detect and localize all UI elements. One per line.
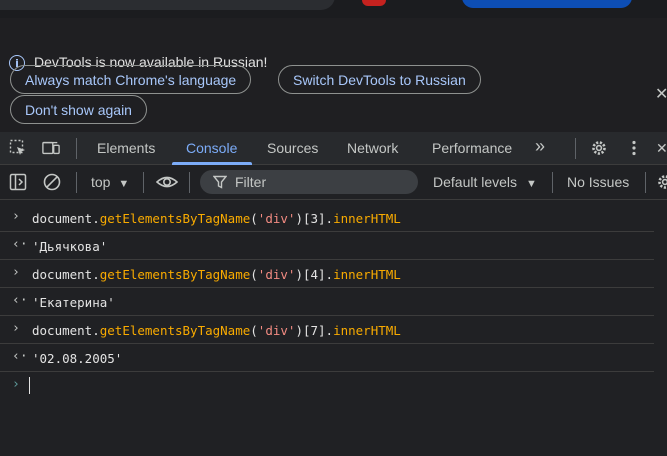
- toolbar-divider: [645, 172, 646, 193]
- always-match-language-button[interactable]: Always match Chrome's language: [10, 65, 252, 94]
- toolbar-divider: [143, 172, 144, 193]
- tab-sources[interactable]: Sources: [267, 140, 318, 156]
- input-chevron-icon: ›: [12, 321, 20, 336]
- console-result-row: ‹· 'Екатерина': [0, 288, 654, 316]
- more-tabs-icon[interactable]: »: [535, 136, 545, 157]
- inspect-element-icon[interactable]: [9, 139, 27, 157]
- console-command: document.getElementsByTagName('div')[3].…: [32, 211, 401, 226]
- console-result[interactable]: 'Дьячкова': [32, 239, 107, 254]
- device-toolbar-icon[interactable]: [42, 139, 60, 157]
- toolbar-divider: [575, 138, 576, 159]
- result-back-arrow-icon: ‹·: [12, 349, 28, 364]
- log-levels-dropdown[interactable]: Default levels ▼: [433, 174, 537, 190]
- console-output[interactable]: › document.getElementsByTagName('div')[3…: [0, 200, 667, 456]
- result-back-arrow-icon: ‹·: [12, 293, 28, 308]
- devtools-main-toolbar: Elements Console Sources Network Perform…: [0, 132, 667, 165]
- toolbar-divider: [76, 172, 77, 193]
- browser-top-strip: [0, 0, 667, 18]
- browser-action-pill[interactable]: [462, 0, 632, 8]
- issues-button[interactable]: No Issues: [567, 174, 629, 190]
- console-result[interactable]: 'Екатерина': [32, 295, 115, 310]
- filter-input[interactable]: Filter: [200, 170, 418, 194]
- filter-placeholder: Filter: [235, 174, 267, 190]
- sidebar-toggle-icon[interactable]: [9, 173, 27, 191]
- context-selector[interactable]: top ▼: [91, 174, 129, 190]
- console-result[interactable]: '02.08.2005': [32, 351, 122, 366]
- toolbar-divider: [189, 172, 190, 193]
- tab-network[interactable]: Network: [347, 140, 398, 156]
- console-command: document.getElementsByTagName('div')[4].…: [32, 267, 401, 282]
- live-expression-eye-icon[interactable]: [156, 173, 178, 191]
- close-devtools-icon[interactable]: ✕: [656, 140, 667, 157]
- toolbar-divider: [552, 172, 553, 193]
- browser-tab-shape: [0, 0, 335, 10]
- recording-badge: [362, 0, 386, 6]
- console-result-row: ‹· 'Дьячкова': [0, 232, 654, 260]
- chevron-down-icon: ▼: [525, 178, 537, 190]
- tab-elements[interactable]: Elements: [97, 140, 155, 156]
- settings-gear-icon[interactable]: [590, 139, 608, 157]
- switch-to-russian-button[interactable]: Switch DevTools to Russian: [278, 65, 481, 94]
- tab-console[interactable]: Console: [186, 140, 237, 156]
- console-result-row: ‹· '02.08.2005': [0, 344, 654, 372]
- console-prompt-input[interactable]: [29, 377, 30, 394]
- console-input-row: › document.getElementsByTagName('div')[7…: [0, 316, 654, 344]
- console-scrollbar[interactable]: [654, 200, 667, 456]
- chevron-down-icon: ▼: [118, 178, 130, 190]
- infobar-close-icon[interactable]: ✕: [655, 84, 667, 103]
- toolbar-divider: [76, 138, 77, 159]
- filter-funnel-icon: [213, 175, 227, 189]
- dont-show-again-button[interactable]: Don't show again: [10, 95, 147, 124]
- more-options-icon[interactable]: [625, 139, 643, 157]
- input-chevron-icon: ›: [12, 209, 20, 224]
- language-infobar: i DevTools is now available in Russian! …: [0, 18, 667, 132]
- tab-performance[interactable]: Performance: [432, 140, 512, 156]
- result-back-arrow-icon: ‹·: [12, 237, 28, 252]
- console-input-row: › document.getElementsByTagName('div')[3…: [0, 204, 654, 232]
- clear-console-icon[interactable]: [43, 173, 61, 191]
- log-levels-label: Default levels: [433, 174, 518, 190]
- console-command: document.getElementsByTagName('div')[7].…: [32, 323, 401, 338]
- prompt-chevron-icon: ›: [12, 377, 20, 392]
- context-label: top: [91, 174, 111, 190]
- console-input-row: › document.getElementsByTagName('div')[4…: [0, 260, 654, 288]
- input-chevron-icon: ›: [12, 265, 20, 280]
- console-filter-bar: top ▼ Filter Default levels ▼ No Issues: [0, 165, 667, 200]
- console-settings-gear-icon[interactable]: [656, 173, 667, 191]
